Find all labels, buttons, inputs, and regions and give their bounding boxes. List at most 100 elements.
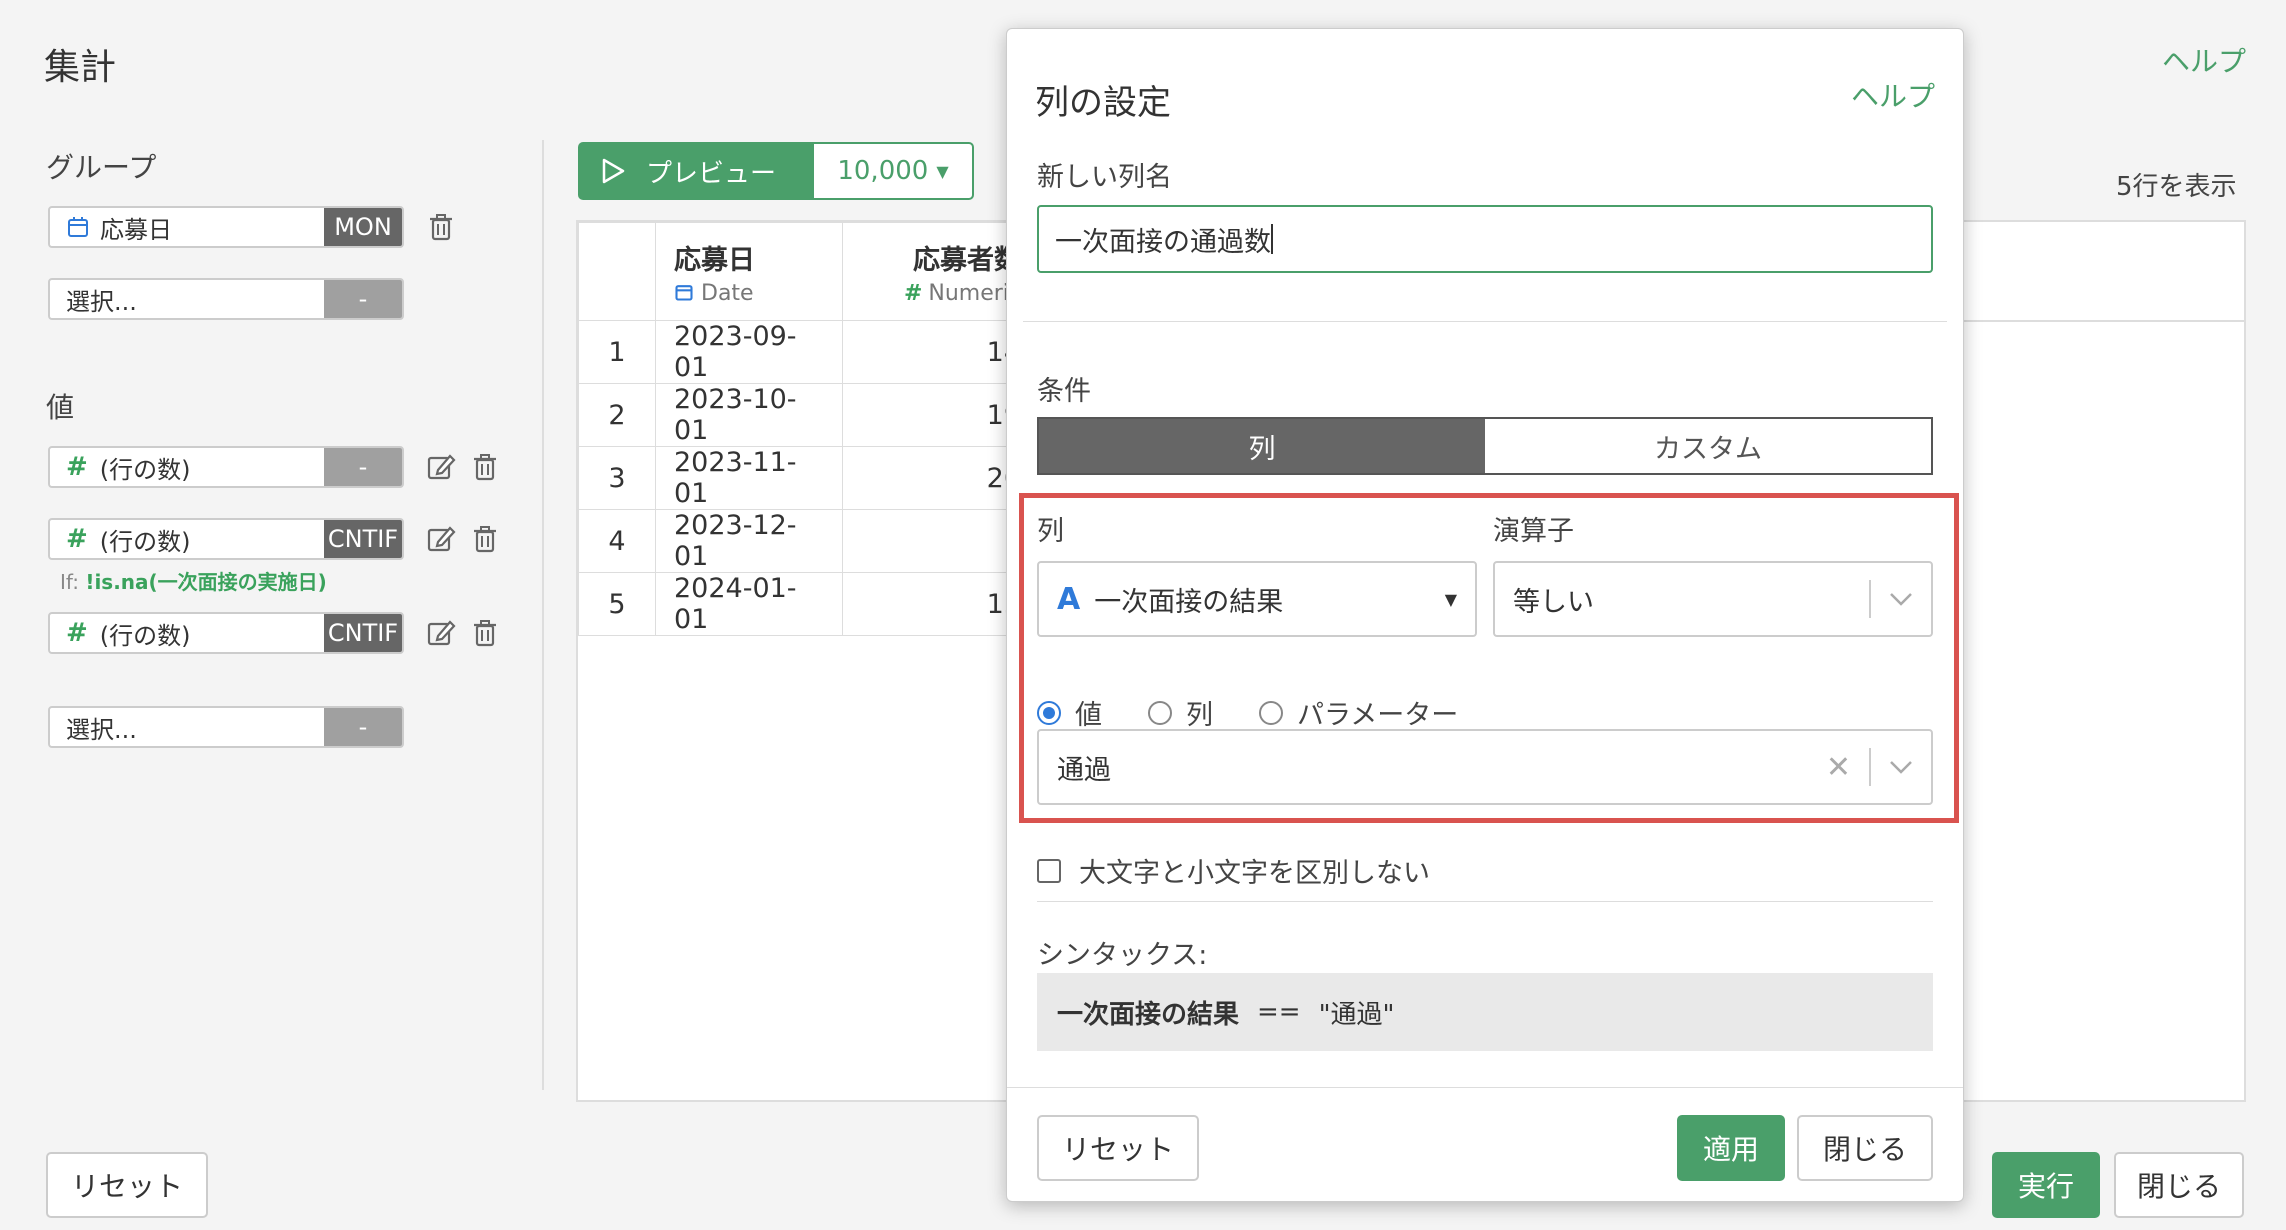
caret-down-icon: ▼ (1444, 589, 1457, 609)
numeric-icon: # (903, 280, 923, 306)
row-index: 5 (578, 572, 656, 636)
tab-column[interactable]: 列 (1039, 419, 1485, 473)
group-item[interactable]: 応募日 MON (48, 206, 404, 248)
cell-date: 2023-11-01 (655, 446, 843, 510)
dialog-help-link[interactable]: ヘルプ (1851, 75, 1935, 115)
dialog-divider (1023, 321, 1947, 322)
value-type-radios: 値 列 パラメーター (1037, 693, 1458, 732)
column-select[interactable]: A 一次面接の結果 ▼ (1037, 561, 1477, 637)
preview-count-dropdown[interactable]: 10,000 ▼ (812, 142, 974, 200)
trash-icon[interactable] (468, 616, 502, 650)
value-select[interactable]: 通過 ✕ (1037, 729, 1933, 805)
caret-down-icon: ▼ (936, 161, 949, 181)
value-select-tag[interactable]: - (324, 708, 402, 746)
value-item-3[interactable]: # (行の数) CNTIF (48, 612, 404, 654)
cell-date: 2023-09-01 (655, 320, 843, 384)
table-row: 5 2024-01-01 15 (578, 572, 1040, 636)
preview-button[interactable]: プレビュー (578, 142, 812, 200)
value-item-tag[interactable]: CNTIF (324, 520, 402, 558)
row-index: 3 (578, 446, 656, 510)
operator-label: 演算子 (1493, 516, 1574, 547)
dialog-title: 列の設定 (1035, 83, 1171, 123)
value-item-2[interactable]: # (行の数) CNTIF (48, 518, 404, 560)
value-select[interactable]: 選択... - (48, 706, 404, 748)
page-close-button[interactable]: 閉じる (2114, 1152, 2244, 1218)
trash-icon[interactable] (468, 450, 502, 484)
syntax-label: シンタックス: (1037, 940, 1208, 971)
clear-icon[interactable]: ✕ (1826, 750, 1851, 785)
calendar-icon (675, 284, 693, 301)
case-insensitive-label: 大文字と小文字を区別しない (1079, 858, 1430, 889)
value-condition-expr: !is.na(一次面接の実施日) (85, 570, 327, 594)
table-row: 42023-12-017 (578, 509, 1040, 573)
operator-select[interactable]: 等しい (1493, 561, 1933, 637)
edit-icon[interactable] (424, 616, 458, 650)
dialog-reset-button[interactable]: リセット (1037, 1115, 1199, 1181)
page-title: 集計 (44, 47, 117, 88)
play-icon (602, 158, 625, 184)
value-item-tag[interactable]: CNTIF (324, 614, 402, 652)
group-select[interactable]: 選択... - (48, 278, 404, 320)
syntax-value: "通過" (1318, 999, 1395, 1030)
edit-icon[interactable] (424, 522, 458, 556)
new-column-label: 新しい列名 (1037, 162, 1172, 193)
value-select-value: 通過 (1057, 754, 1111, 786)
select-separator (1869, 580, 1871, 618)
new-column-value: 一次面接の通過数 (1055, 226, 1271, 258)
new-column-input[interactable]: 一次面接の通過数 (1037, 205, 1933, 273)
row-index: 2 (578, 383, 656, 447)
row-index: 1 (578, 320, 656, 384)
radio-parameter[interactable] (1259, 700, 1283, 725)
numeric-icon: # (66, 618, 88, 648)
operator-select-value: 等しい (1513, 586, 1594, 618)
page-reset-button[interactable]: リセット (46, 1152, 208, 1218)
page-help-link[interactable]: ヘルプ (2162, 40, 2246, 80)
numeric-icon: # (66, 524, 88, 554)
condition-tabs: 列 カスタム (1037, 417, 1933, 475)
select-separator (1869, 748, 1871, 786)
calendar-icon (68, 217, 88, 237)
dialog-footer-divider (1007, 1087, 1963, 1088)
value-item-tag[interactable]: - (324, 448, 402, 486)
case-insensitive-option[interactable]: 大文字と小文字を区別しない (1037, 851, 1430, 890)
radio-value[interactable] (1037, 700, 1061, 725)
value-item-label: (行の数) (99, 455, 191, 484)
apply-button[interactable]: 適用 (1677, 1115, 1785, 1181)
text-cursor (1271, 224, 1273, 254)
tab-custom[interactable]: カスタム (1485, 419, 1931, 473)
table-row: 3 2023-11-01 20 (578, 446, 1040, 510)
column-name: 応募者数 (913, 244, 1021, 276)
dialog-close-button[interactable]: 閉じる (1797, 1115, 1933, 1181)
value-item-1[interactable]: # (行の数) - (48, 446, 404, 488)
group-select-tag[interactable]: - (324, 280, 402, 318)
syntax-operator: == (1257, 997, 1301, 1027)
chevron-down-icon (1890, 593, 1912, 606)
trash-icon[interactable] (424, 210, 458, 244)
group-item-tag[interactable]: MON (324, 208, 402, 246)
column-type: Date (701, 280, 754, 306)
column-settings-dialog: 列の設定 ヘルプ 新しい列名 一次面接の通過数 条件 列 カスタム 列 演算子 … (1006, 28, 1964, 1202)
syntax-column: 一次面接の結果 (1057, 999, 1240, 1030)
radio-column[interactable] (1148, 700, 1172, 725)
column-label: 列 (1037, 516, 1064, 547)
text-type-icon: A (1057, 581, 1081, 617)
value-select-label: 選択... (66, 715, 137, 744)
column-name: 応募日 (674, 244, 755, 276)
case-insensitive-checkbox[interactable] (1037, 858, 1061, 883)
edit-icon[interactable] (424, 450, 458, 484)
table-row: 2 2023-10-01 19 (578, 383, 1040, 447)
value-condition: If: !is.na(一次面接の実施日) (60, 566, 327, 595)
column-header[interactable]: 応募日 Date (655, 222, 843, 321)
syntax-box: 一次面接の結果 == "通過" (1037, 973, 1933, 1051)
value-item-label: (行の数) (99, 621, 191, 650)
cell-date: 2023-10-01 (655, 383, 843, 447)
data-table: 応募日 Date 応募者数 # Numeric 1 2023-09-01 14 2 20… (578, 222, 1040, 636)
preview-label: プレビュー (646, 158, 777, 189)
value-condition-prefix: If: (60, 570, 79, 594)
row-count: 5行を表示 (2116, 172, 2237, 202)
preview-count-value: 10,000 (837, 156, 929, 186)
run-button[interactable]: 実行 (1992, 1152, 2100, 1218)
trash-icon[interactable] (468, 522, 502, 556)
table-header-line (1960, 320, 2246, 322)
group-label: グループ (46, 151, 157, 184)
